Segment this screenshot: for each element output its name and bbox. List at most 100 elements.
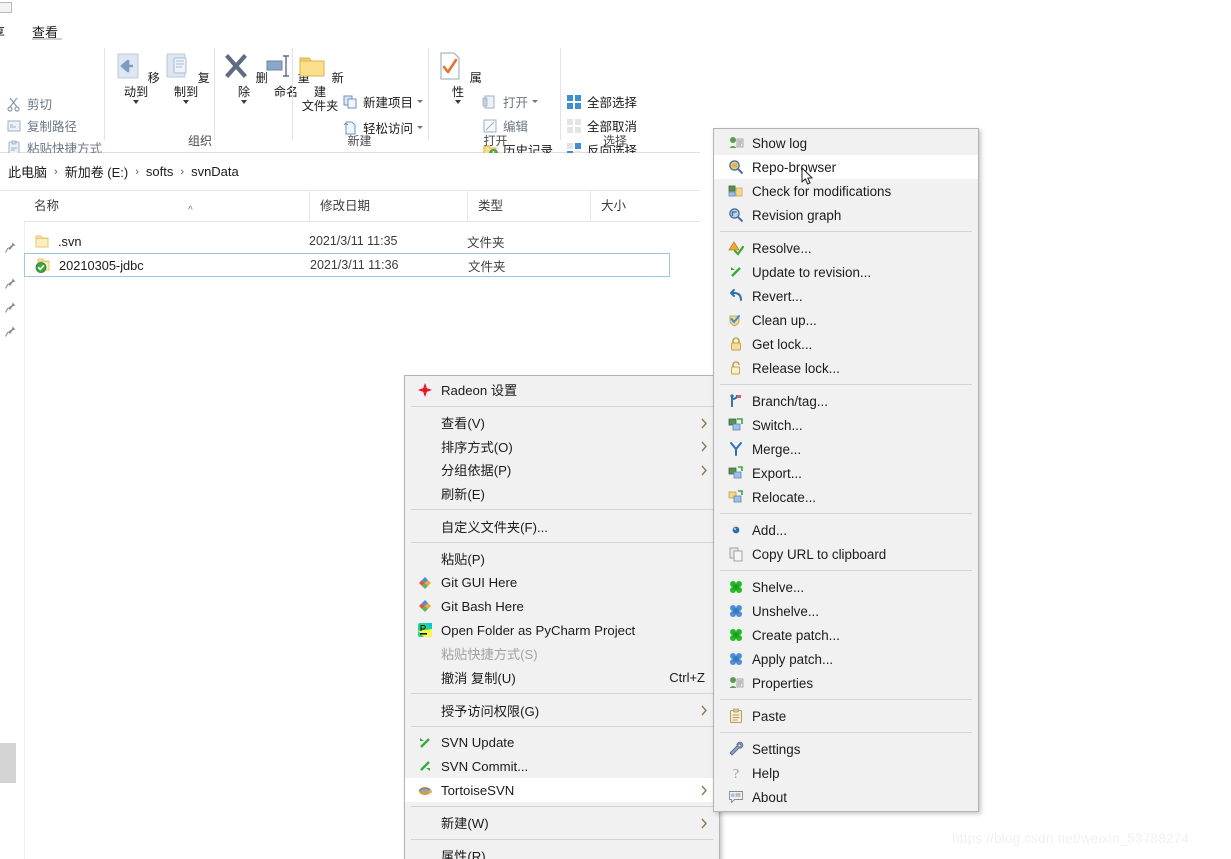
ribbon-copy-path[interactable]: 复制路径	[6, 116, 77, 135]
menu-item-branch-tag[interactable]: Branch/tag...	[714, 389, 978, 413]
create-patch-icon	[728, 627, 744, 643]
menu-item-apply-patch[interactable]: Apply patch...	[714, 647, 978, 671]
ribbon-select-all-label: 全部选择	[587, 96, 638, 110]
menu-item-paste-shortcut: 粘贴快捷方式(S)	[405, 642, 719, 666]
ribbon-open[interactable]: 打开	[482, 92, 539, 111]
ribbon-select-all[interactable]: 全部选择	[566, 92, 637, 111]
ribbon-copy-to[interactable]: 复制到	[160, 50, 212, 104]
menu-item-git-bash-here[interactable]: Git Bash Here	[405, 595, 719, 619]
breadcrumb-item-2[interactable]: softs	[146, 164, 173, 179]
menu-item-copy-url-to-clipboard[interactable]: Copy URL to clipboard	[714, 542, 978, 566]
ribbon-move-to[interactable]: 移动到	[110, 50, 162, 104]
menu-item-update-to-revision[interactable]: Update to revision...	[714, 260, 978, 284]
window-icon-fragment	[0, 2, 12, 13]
menu-item-show-log[interactable]: Show log	[714, 131, 978, 155]
breadcrumb-item-0[interactable]: 此电脑	[8, 162, 47, 181]
menu-item-group-by[interactable]: 分组依据(P)	[405, 458, 719, 482]
revision-graph-icon	[728, 207, 744, 223]
file-date-cell: 2021/3/11 11:36	[310, 258, 399, 272]
switch-icon	[728, 417, 744, 433]
pin-icon[interactable]	[4, 325, 17, 338]
ribbon-cut-label: 剪切	[27, 98, 53, 112]
menu-item-about[interactable]: About	[714, 785, 978, 809]
table-row[interactable]: 20210305-jdbc 2021/3/11 11:36 文件夹	[24, 253, 670, 277]
breadcrumb-item-3[interactable]: svnData	[191, 164, 239, 179]
address-bar[interactable]: 此电脑 › 新加卷 (E:) › softs › svnData	[0, 153, 700, 191]
menu-item-new[interactable]: 新建(W)	[405, 811, 719, 835]
navigation-pane-scrollbar-thumb[interactable]	[0, 743, 16, 783]
menu-item-undo-copy[interactable]: 撤消 复制(U) Ctrl+Z	[405, 666, 719, 690]
ribbon-new-folder[interactable]: 新建 文件夹	[292, 50, 348, 113]
column-header-date-label: 修改日期	[320, 199, 371, 213]
menu-item-grant-access[interactable]: 授予访问权限(G)	[405, 698, 719, 722]
ribbon-properties[interactable]: 属性	[432, 50, 484, 104]
menu-item-sort-by[interactable]: 排序方式(O)	[405, 434, 719, 458]
ribbon-open-label: 打开	[503, 96, 529, 110]
chevron-down-icon[interactable]	[183, 100, 189, 104]
menu-item-radeon-settings[interactable]: Radeon 设置	[405, 378, 719, 402]
menu-item-properties-svn[interactable]: Properties	[714, 671, 978, 695]
menu-separator	[720, 699, 972, 700]
menu-item-svn-commit[interactable]: SVN Commit...	[405, 755, 719, 779]
menu-item-revert[interactable]: Revert...	[714, 284, 978, 308]
menu-item-customize-folder[interactable]: 自定义文件夹(F)...	[405, 514, 719, 538]
menu-item-export[interactable]: Export...	[714, 461, 978, 485]
menu-item-paste[interactable]: 粘贴(P)	[405, 547, 719, 571]
chevron-down-icon[interactable]	[455, 100, 461, 104]
menu-item-label: 刷新(E)	[441, 487, 485, 503]
menu-item-paste-svn[interactable]: Paste	[714, 704, 978, 728]
menu-item-check-for-modifications[interactable]: Check for modifications	[714, 179, 978, 203]
folder-icon	[34, 233, 50, 249]
menu-item-svn-update[interactable]: SVN Update	[405, 731, 719, 755]
column-header-size[interactable]: 大小	[590, 191, 700, 221]
pin-icon[interactable]	[4, 277, 17, 290]
menu-item-release-lock[interactable]: Release lock...	[714, 356, 978, 380]
column-header-name[interactable]: 名称 ^	[24, 191, 309, 221]
menu-item-unshelve[interactable]: Unshelve...	[714, 599, 978, 623]
menu-item-git-gui-here[interactable]: Git GUI Here	[405, 571, 719, 595]
chevron-down-icon[interactable]	[417, 126, 424, 129]
move-to-icon	[112, 53, 147, 85]
breadcrumb-item-1[interactable]: 新加卷 (E:)	[65, 162, 129, 181]
menu-item-refresh[interactable]: 刷新(E)	[405, 482, 719, 506]
column-header-type[interactable]: 类型	[467, 191, 590, 221]
menu-item-create-patch[interactable]: Create patch...	[714, 623, 978, 647]
menu-item-label: Revert...	[752, 288, 803, 304]
menu-item-clean-up[interactable]: Clean up...	[714, 308, 978, 332]
chevron-down-icon[interactable]	[417, 100, 424, 103]
menu-item-switch[interactable]: Switch...	[714, 413, 978, 437]
menu-item-resolve[interactable]: Resolve...	[714, 236, 978, 260]
ribbon-cut[interactable]: 剪切	[6, 94, 52, 113]
menu-item-get-lock[interactable]: Get lock...	[714, 332, 978, 356]
menu-item-view[interactable]: 查看(V)	[405, 411, 719, 435]
menu-item-open-folder-as-pycharm-project[interactable]: Open Folder as PyCharm Project	[405, 618, 719, 642]
menu-item-revision-graph[interactable]: Revision graph	[714, 203, 978, 227]
menu-item-properties[interactable]: 属性(R)	[405, 844, 719, 859]
ribbon-group-open: 属性 打开 编辑 历史记录 打开	[428, 40, 563, 158]
menu-item-shelve[interactable]: Shelve...	[714, 575, 978, 599]
menu-item-add[interactable]: Add...	[714, 518, 978, 542]
file-date-cell: 2021/3/11 11:35	[309, 234, 398, 248]
menu-item-relocate[interactable]: Relocate...	[714, 485, 978, 509]
file-list-column-headers: 名称 ^ 修改日期 类型 大小	[24, 191, 700, 222]
menu-item-label: Clean up...	[752, 312, 817, 328]
update-to-revision-icon	[728, 264, 744, 280]
menu-item-merge[interactable]: Merge...	[714, 437, 978, 461]
ribbon-new-item[interactable]: 新建项目	[342, 92, 424, 111]
table-row[interactable]: .svn 2021/3/11 11:35 文件夹	[24, 229, 700, 253]
menu-item-help[interactable]: ? Help	[714, 761, 978, 785]
tab-share-cut[interactable]: 享	[0, 22, 5, 41]
chevron-down-icon[interactable]	[532, 100, 539, 103]
column-header-date[interactable]: 修改日期	[309, 191, 467, 221]
copy-path-icon	[6, 118, 22, 134]
chevron-down-icon[interactable]	[133, 100, 139, 104]
menu-item-settings[interactable]: Settings	[714, 737, 978, 761]
pin-icon[interactable]	[4, 301, 17, 314]
menu-item-tortoisesvn[interactable]: TortoiseSVN	[405, 778, 719, 802]
pin-icon[interactable]	[4, 241, 17, 254]
menu-item-label: 粘贴快捷方式(S)	[441, 647, 538, 663]
menu-item-repo-browser[interactable]: Repo-browser	[714, 155, 978, 179]
menu-item-label: 新建(W)	[441, 816, 489, 832]
revert-icon	[728, 288, 744, 304]
chevron-down-icon[interactable]	[241, 100, 247, 104]
